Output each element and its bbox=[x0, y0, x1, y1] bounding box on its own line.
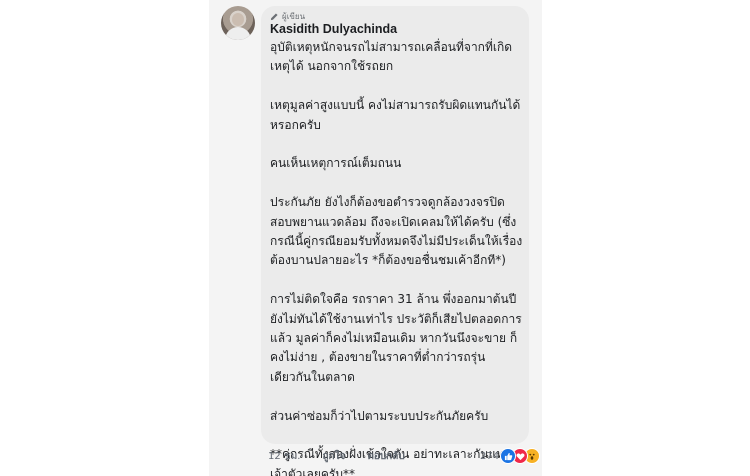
comment-line: เจ้าตัวเลยครับ** bbox=[270, 466, 355, 476]
comment-paragraph: ส่วนค่าซ่อมก็ว่าไปตามระบบประกันภัยครับ bbox=[270, 407, 525, 426]
avatar[interactable] bbox=[221, 6, 255, 40]
reaction-count: 274 bbox=[480, 450, 500, 462]
comment-line: เหตุได้ นอกจากใช้รถยก bbox=[270, 59, 394, 74]
reply-button[interactable]: ตอบกลับ bbox=[367, 449, 404, 464]
reaction-summary[interactable]: 274 bbox=[480, 447, 541, 465]
pencil-icon bbox=[270, 12, 279, 21]
comment-paragraph: อุบัติเหตุหนักจนรถไม่สามารถเคลื่อนที่จาก… bbox=[270, 38, 525, 77]
comment-paragraph: การไม่ติดใจคือ รถราคา 31 ล้าน พึ่งออกมาต… bbox=[270, 290, 525, 387]
comment-line: เหตุมูลค่าสูงแบบนี้ คงไม่สามารถรับผิดแทน… bbox=[270, 98, 521, 113]
comment-paragraph: ประกันภัย ยังไงก็ต้องขอตำรวจดูกล้องวงจรป… bbox=[270, 193, 525, 271]
comment-line: สอบพยานแวดล้อม ถึงจะเปิดเคลมให้ได้ครับ (… bbox=[270, 214, 517, 229]
comment-line: ส่วนค่าซ่อมก็ว่าไปตามระบบประกันภัยครับ bbox=[270, 408, 489, 423]
avatar-face bbox=[232, 13, 244, 26]
comment-line: การไม่ติดใจคือ รถราคา 31 ล้าน พึ่งออกมาต… bbox=[270, 292, 517, 307]
comment-line: ต้องบานปลายอะไร *ก็ต้องขอชื่นชมเค้าอีกที… bbox=[270, 253, 506, 268]
comment-line: เดียวกันในตลาด bbox=[270, 369, 355, 384]
author-badge: ผู้เขียน bbox=[270, 11, 305, 22]
comment-line: ยังไม่ทันได้ใช้งานเท่าไร ประวัติก็เสียไป… bbox=[270, 311, 522, 326]
comment-line: แล้ว มูลค่าก็คงไม่เหมือนเดิม หากวันนึงจะ… bbox=[270, 331, 518, 346]
comment-actions: 12 ชม. ถูกใจ ตอบกลับ bbox=[268, 447, 405, 465]
comment-line: กรณีนี้คู่กรณียอมรับทั้งหมดจึงไม่มีประเด… bbox=[270, 234, 523, 249]
comment-time[interactable]: 12 ชม. bbox=[268, 449, 300, 464]
comment-line: ประกันภัย ยังไงก็ต้องขอตำรวจดูกล้องวงจรป… bbox=[270, 195, 505, 210]
comment-line: หรอกครับ bbox=[270, 117, 321, 132]
like-button[interactable]: ถูกใจ bbox=[322, 449, 345, 464]
comment-paragraph: เหตุมูลค่าสูงแบบนี้ คงไม่สามารถรับผิดแทน… bbox=[270, 96, 525, 135]
author-name[interactable]: Kasidith Dulyachinda bbox=[270, 22, 397, 36]
comment-line: คนเห็นเหตุการณ์เต็มถนน bbox=[270, 156, 402, 171]
comment-paragraph: คนเห็นเหตุการณ์เต็มถนน bbox=[270, 154, 525, 173]
comment-text: อุบัติเหตุหนักจนรถไม่สามารถเคลื่อนที่จาก… bbox=[270, 38, 525, 476]
avatar-shoulders bbox=[225, 27, 251, 40]
comment-line: คงไม่ง่าย , ต้องขายในราคาที่ต่ำกว่ารถรุ่… bbox=[270, 350, 486, 365]
like-reaction-icon bbox=[500, 448, 517, 464]
comment-line: อุบัติเหตุหนักจนรถไม่สามารถเคลื่อนที่จาก… bbox=[270, 40, 513, 54]
